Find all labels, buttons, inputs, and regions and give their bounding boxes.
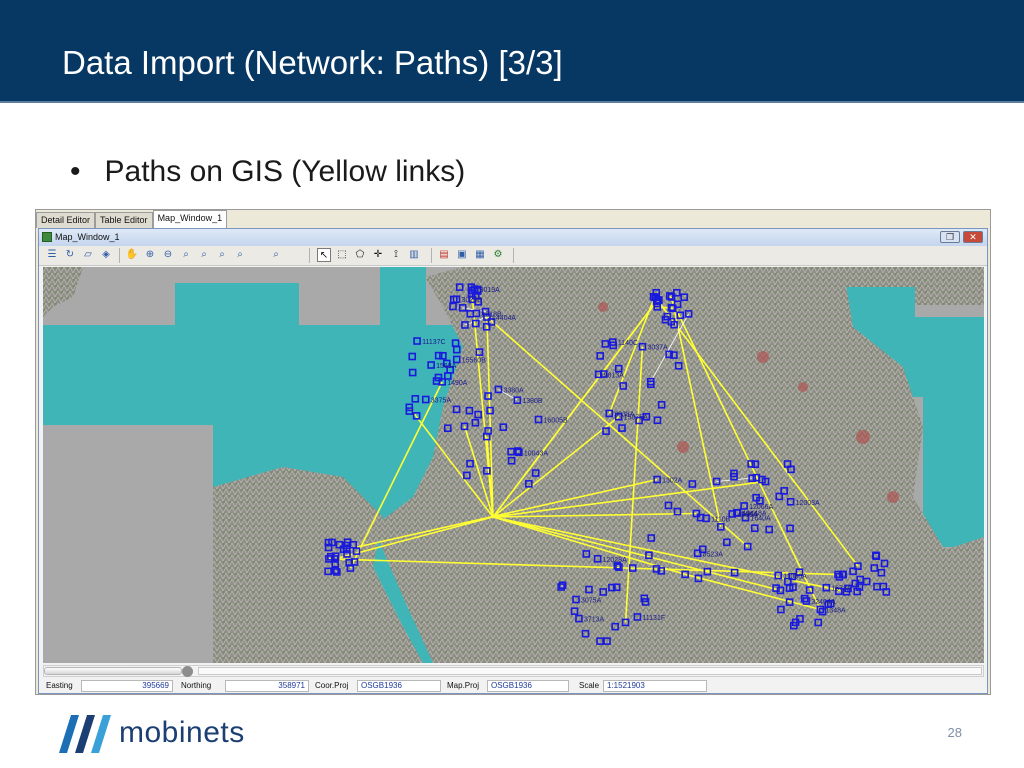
- app-screenshot: Detail Editor Table Editor Map_Window_1 …: [35, 209, 991, 695]
- site-label: 11090A: [783, 573, 807, 580]
- toolbar-separator: [309, 248, 310, 263]
- horizontal-scrollbar[interactable]: [43, 665, 984, 677]
- toolbar-separator: [119, 248, 120, 263]
- refresh-icon[interactable]: ↻: [63, 248, 77, 262]
- site-label: 9813A: [604, 372, 625, 379]
- site-label: 1568A: [436, 363, 457, 370]
- page-number: 28: [947, 725, 962, 740]
- map-window-titlebar: Map_Window_1 ❐ ✕: [39, 229, 987, 246]
- tab-table-editor[interactable]: Table Editor: [95, 212, 153, 228]
- site-label: 1140C: [618, 340, 638, 347]
- select-poly-icon[interactable]: ⬠: [353, 248, 367, 262]
- northing-field: 358971: [225, 680, 309, 692]
- bullet-text: Paths on GIS (Yellow links): [104, 155, 466, 188]
- export-icon[interactable]: ▦: [473, 248, 487, 262]
- site-label: 15560B: [462, 357, 486, 364]
- zoom-layer-icon[interactable]: ⌕: [269, 248, 283, 262]
- site-label: 10043A: [524, 450, 548, 457]
- site-label: 3020B: [462, 297, 483, 304]
- scale-field: 1:1521903: [603, 680, 707, 692]
- site-label: 1380B: [522, 398, 543, 405]
- site-label: 8523A: [703, 551, 724, 558]
- restore-button[interactable]: ❐: [940, 231, 960, 243]
- status-bar: Easting 395669 Northing 358971 Coor.Proj…: [43, 680, 984, 693]
- select-icon[interactable]: ↖: [317, 248, 331, 262]
- open-icon[interactable]: ▱: [81, 248, 95, 262]
- select-box-icon[interactable]: ⬚: [335, 248, 349, 262]
- zoom-full-icon[interactable]: ⌕: [197, 248, 211, 262]
- save-icon[interactable]: ◈: [99, 248, 113, 262]
- bullet-dot-icon: •: [70, 155, 81, 188]
- build-icon[interactable]: ⚙: [491, 248, 505, 262]
- measure-icon[interactable]: ⟟: [389, 248, 403, 262]
- map-canvas[interactable]: 1490A 3375A 11137C 15560B 1568A 10043A 16005B 1…: [43, 267, 984, 663]
- legend-icon[interactable]: ▤: [437, 248, 451, 262]
- toolbar-separator: [431, 248, 432, 263]
- site-label: 1490A: [447, 380, 468, 387]
- properties-icon[interactable]: ▣: [455, 248, 469, 262]
- tab-map-window[interactable]: Map_Window_1: [152, 210, 228, 228]
- coor-proj-field: OSGB1936: [357, 680, 441, 692]
- map-window-title: Map_Window_1: [55, 232, 120, 242]
- easting-field: 395669: [81, 680, 173, 692]
- northing-label: Northing: [181, 681, 212, 690]
- map-toolbar: ☰ ↻ ▱ ◈ ✋ ⊕ ⊖ ⌕ ⌕ ⌕ ⌕ ⌕ ↖ ⬚ ⬠ ✛ ⟟ ▥ ▤ ▣ …: [39, 246, 987, 266]
- site-label: 3713A: [584, 617, 605, 624]
- site-label: 3380A: [503, 387, 524, 394]
- slide-title: Data Import (Network: Paths) [3/3]: [62, 44, 563, 81]
- zoom-in-icon[interactable]: ⊕: [143, 248, 157, 262]
- site-label: 12028A: [603, 557, 627, 564]
- layers-icon[interactable]: ☰: [45, 248, 59, 262]
- site-label: 1673A: [831, 586, 852, 593]
- crosshair-icon[interactable]: ✛: [371, 248, 385, 262]
- site-label: 3375A: [431, 398, 452, 405]
- site-label: 1348A: [825, 607, 846, 614]
- mobinets-logo-icon: [59, 714, 111, 753]
- site-label: 32404A: [811, 599, 835, 606]
- pan-icon[interactable]: ✋: [125, 248, 139, 262]
- site-label: 1110B: [711, 516, 731, 523]
- tab-detail-editor[interactable]: Detail Editor: [36, 212, 96, 228]
- scale-label: Scale: [579, 681, 600, 690]
- zoom-box-icon[interactable]: ⌕: [179, 248, 193, 262]
- bullet-point: • Paths on GIS (Yellow links): [70, 155, 465, 189]
- map-window-icon: [42, 232, 52, 242]
- map-proj-label: Map.Proj: [447, 681, 480, 690]
- scroll-track-right[interactable]: [198, 667, 982, 675]
- site-label: 11131F: [642, 615, 665, 622]
- scroll-thumb[interactable]: [182, 666, 193, 677]
- zoom-next-icon[interactable]: ⌕: [233, 248, 247, 262]
- site-label: 14404A: [492, 315, 516, 322]
- toolbar-separator: [513, 248, 514, 263]
- logo-text: mobinets: [119, 715, 245, 749]
- site-label: 11137C: [422, 339, 445, 346]
- easting-label: Easting: [46, 681, 73, 690]
- site-label: 3019A: [480, 287, 501, 294]
- map-proj-field: OSGB1936: [487, 680, 569, 692]
- site-label: 16005B: [544, 417, 568, 424]
- site-label: 15975A: [624, 415, 648, 422]
- site-label: 12003A: [796, 500, 820, 507]
- site-label: 1302A: [662, 478, 683, 485]
- mobinets-logo: mobinets: [55, 705, 245, 760]
- site-label: 3075A: [581, 597, 602, 604]
- scroll-track-left[interactable]: [44, 667, 182, 675]
- slide-title-bar: Data Import (Network: Paths) [3/3]: [0, 0, 1024, 103]
- histogram-icon[interactable]: ▥: [407, 248, 421, 262]
- map-window: Map_Window_1 ❐ ✕ ☰ ↻ ▱ ◈ ✋ ⊕ ⊖ ⌕ ⌕ ⌕ ⌕ ⌕…: [38, 228, 988, 694]
- close-button[interactable]: ✕: [963, 231, 983, 243]
- zoom-previous-icon[interactable]: ⌕: [215, 248, 229, 262]
- editor-tabs: Detail Editor Table Editor Map_Window_1: [36, 210, 228, 228]
- coor-proj-label: Coor.Proj: [315, 681, 349, 690]
- gis-map-view[interactable]: 1490A 3375A 11137C 15560B 1568A 10043A 16005B 1…: [43, 267, 984, 663]
- site-label: 13448A: [742, 511, 766, 518]
- zoom-out-icon[interactable]: ⊖: [161, 248, 175, 262]
- site-label: 3037A: [647, 345, 668, 352]
